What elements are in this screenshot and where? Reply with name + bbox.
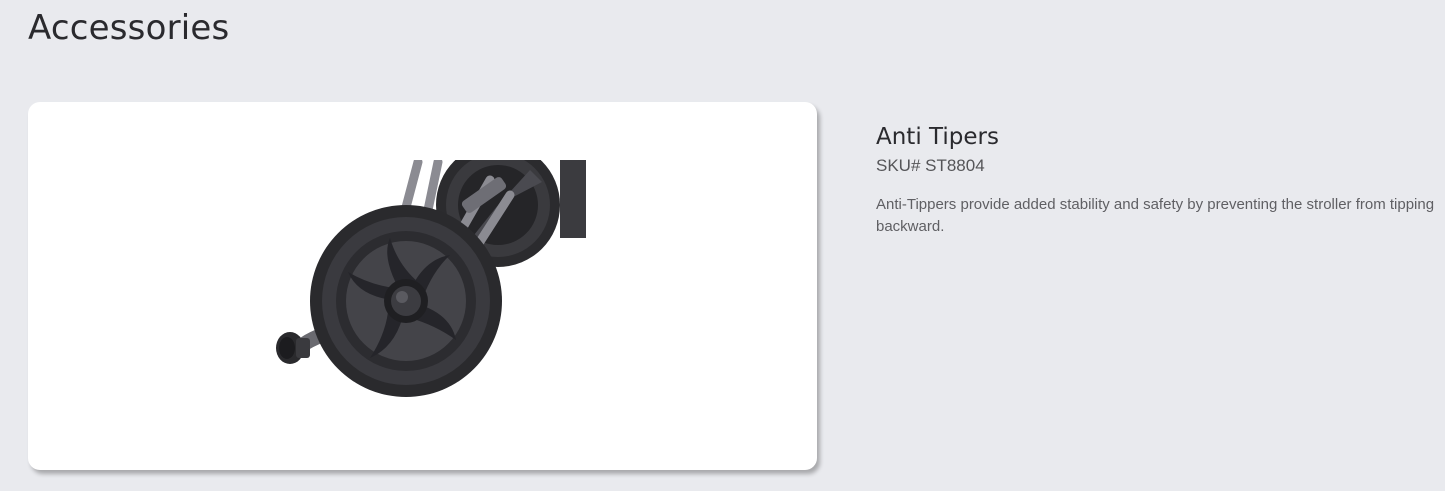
product-image[interactable] [260,160,586,414]
anti-tipper-wheel-image [276,160,586,397]
product-image-card [28,102,817,470]
product-description: Anti-Tippers provide added stability and… [876,196,1435,235]
product-name[interactable]: Anti Tipers [876,124,1436,150]
frame-mesh-graphic [560,160,586,238]
product-sku: SKU# ST8804 [876,156,985,175]
product-details: Anti Tipers SKU# ST8804 Anti-Tippers pro… [876,124,1436,238]
section-title: Accessories [28,8,230,48]
accessories-page: Accessories Anti Tipers SKU# ST8804 Anti… [0,0,1445,491]
front-wheel-graphic [310,205,502,397]
